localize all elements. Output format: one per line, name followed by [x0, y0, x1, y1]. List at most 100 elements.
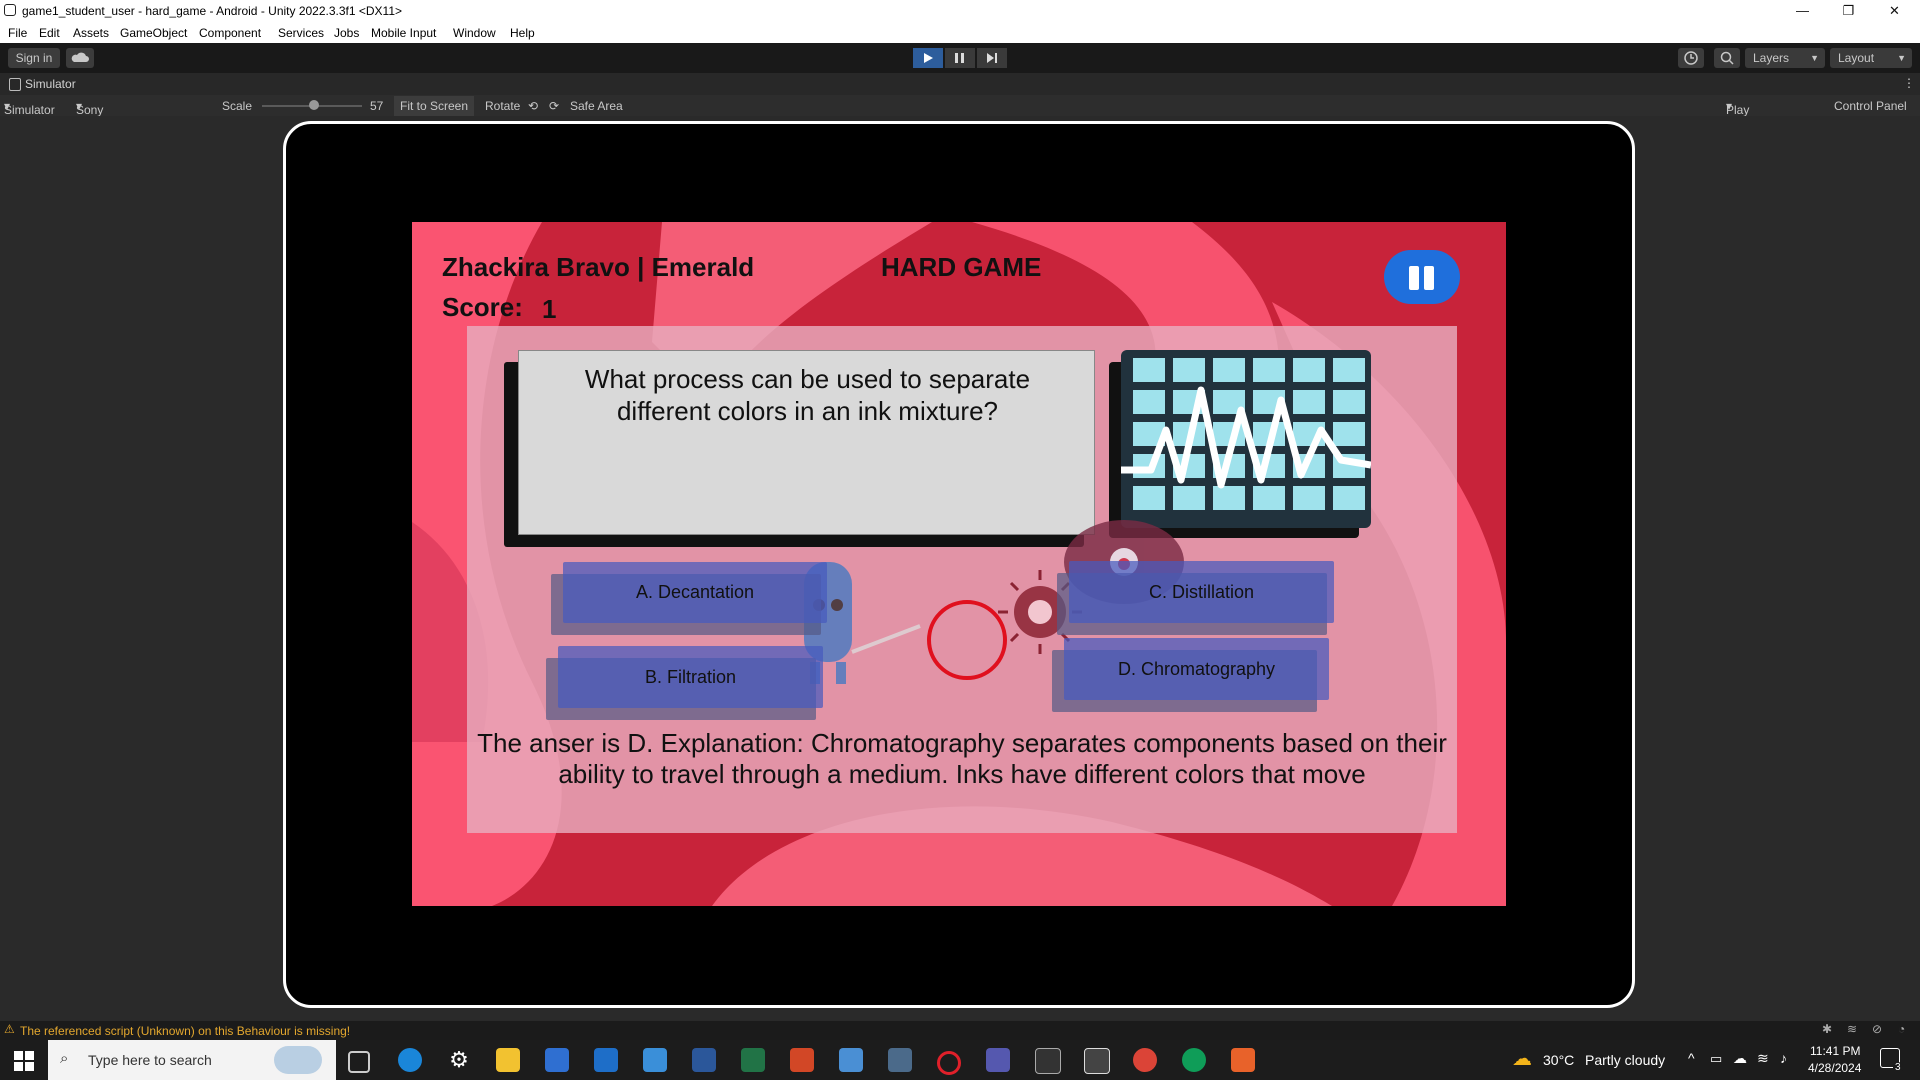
- play-button[interactable]: [913, 48, 943, 68]
- network-app-icon[interactable]: [839, 1048, 863, 1072]
- file-explorer-icon[interactable]: [496, 1048, 520, 1072]
- safe-area-toggle[interactable]: Safe Area: [570, 99, 623, 113]
- cloud-button[interactable]: [66, 48, 94, 68]
- store-icon[interactable]: [545, 1048, 569, 1072]
- menu-component[interactable]: Component: [199, 26, 261, 40]
- answer-a-button[interactable]: A. Decantation: [563, 562, 827, 623]
- layers-dropdown[interactable]: Layers ▼: [1745, 48, 1825, 68]
- task-view-icon[interactable]: [348, 1051, 370, 1073]
- pause-bar: [1409, 266, 1419, 290]
- debug-icon[interactable]: ✱: [1822, 1022, 1832, 1036]
- excel-icon[interactable]: [741, 1048, 765, 1072]
- unity-hub-icon[interactable]: [1035, 1048, 1061, 1074]
- step-button[interactable]: [977, 48, 1007, 68]
- calculator-icon[interactable]: [888, 1048, 912, 1072]
- minimize-button[interactable]: —: [1780, 0, 1825, 22]
- menu-jobs[interactable]: Jobs: [334, 26, 359, 40]
- simulator-tab-bar: Simulator ⋮: [0, 73, 1920, 95]
- sign-in-button[interactable]: Sign in: [8, 48, 60, 68]
- tray-chevron-up-icon[interactable]: ^: [1688, 1050, 1695, 1066]
- weather-desc: Partly cloudy: [1585, 1052, 1666, 1068]
- search-button[interactable]: [1714, 48, 1740, 68]
- xampp-icon[interactable]: [1231, 1048, 1255, 1072]
- fit-to-screen-button[interactable]: Fit to Screen: [394, 96, 475, 116]
- mail-icon[interactable]: [594, 1048, 618, 1072]
- answer-c-button[interactable]: C. Distillation: [1069, 561, 1334, 623]
- volume-icon[interactable]: ♪: [1780, 1050, 1787, 1066]
- console-message: The referenced script (Unknown) on this …: [20, 1024, 351, 1038]
- layers-label: Layers: [1753, 51, 1790, 65]
- scale-slider-thumb[interactable]: [309, 100, 319, 110]
- console-status-bar[interactable]: ⚠ The referenced script (Unknown) on thi…: [0, 1021, 1920, 1040]
- cloud-icon: [71, 52, 89, 62]
- play-mode-dropdown[interactable]: Play Maximized ▾: [1726, 99, 1783, 131]
- question-card: What process can be used to separate dif…: [518, 350, 1095, 535]
- window-title: game1_student_user - hard_game - Android…: [22, 4, 403, 18]
- restore-button[interactable]: ❐: [1826, 0, 1871, 22]
- outlook-icon[interactable]: [643, 1048, 667, 1072]
- warning-icon: ⚠: [4, 1022, 15, 1036]
- clock-time[interactable]: 11:41 PM: [1810, 1044, 1860, 1058]
- simulator-toolbar: Simulator ▾ Sony Xperia Z2 Tablet ▾ Scal…: [0, 95, 1920, 159]
- simulator-tab[interactable]: Simulator: [25, 77, 76, 91]
- menu-help[interactable]: Help: [510, 26, 535, 40]
- layers-stack-icon[interactable]: ≋: [1847, 1022, 1857, 1036]
- menu-bar: File Edit Assets GameObject Component Se…: [0, 22, 1920, 43]
- chrome-icon[interactable]: [1133, 1048, 1157, 1072]
- close-button[interactable]: ✕: [1872, 0, 1917, 22]
- wifi-icon[interactable]: ≋: [1757, 1050, 1769, 1067]
- game-screen[interactable]: Zhackira Bravo | Emerald HARD GAME Score…: [412, 222, 1506, 906]
- device-icon: [9, 78, 21, 91]
- simulator-mode-dropdown[interactable]: Simulator ▾: [4, 99, 55, 117]
- device-dropdown[interactable]: Sony Xperia Z2 Tablet ▾: [76, 99, 111, 159]
- rotate-label: Rotate: [485, 99, 521, 113]
- word-icon[interactable]: [692, 1048, 716, 1072]
- history-icon: [1684, 51, 1698, 65]
- menu-mobile-input[interactable]: Mobile Input: [371, 26, 436, 40]
- rotate-left-icon[interactable]: ⟲: [528, 99, 538, 113]
- game-mode-title: HARD GAME: [881, 252, 1042, 282]
- answer-d-button[interactable]: D. Chromatography: [1064, 638, 1329, 700]
- pause-button[interactable]: [1384, 250, 1460, 304]
- history-button[interactable]: [1678, 48, 1704, 68]
- pause-editor-button[interactable]: [945, 48, 975, 68]
- answer-b-button[interactable]: B. Filtration: [558, 646, 823, 708]
- menu-services[interactable]: Services: [278, 26, 324, 40]
- powerpoint-icon[interactable]: [790, 1048, 814, 1072]
- notification-count-badge: 3: [1893, 1062, 1903, 1073]
- answer-c-label: C. Distillation: [1148, 581, 1255, 602]
- chrome-profile-icon[interactable]: [1182, 1048, 1206, 1072]
- search-icon: [1720, 51, 1734, 65]
- onedrive-icon[interactable]: ☁: [1733, 1050, 1747, 1067]
- rotate-right-icon[interactable]: ⟳: [549, 99, 559, 113]
- chevron-down-icon: ▼: [1897, 53, 1906, 63]
- weather-temp: 30°C: [1543, 1052, 1575, 1068]
- simulator-mode-label: Simulator: [4, 103, 55, 117]
- opera-icon[interactable]: [937, 1051, 961, 1075]
- menu-gameobject[interactable]: GameObject: [120, 26, 187, 40]
- menu-assets[interactable]: Assets: [73, 26, 109, 40]
- pause-bar: [1424, 266, 1434, 290]
- menu-edit[interactable]: Edit: [39, 26, 60, 40]
- layout-dropdown[interactable]: Layout ▼: [1830, 48, 1912, 68]
- settings-gear-icon[interactable]: ⚙: [447, 1048, 471, 1072]
- scale-label: Scale: [222, 99, 253, 113]
- progress-icon[interactable]: ◔: [1898, 1022, 1905, 1036]
- window-title-bar: game1_student_user - hard_game - Android…: [0, 0, 1920, 22]
- taskbar-search-box[interactable]: ⌕ Type here to search: [48, 1040, 336, 1080]
- teams-icon[interactable]: [986, 1048, 1010, 1072]
- unity-editor-icon[interactable]: [1084, 1048, 1110, 1074]
- edge-icon[interactable]: [398, 1048, 422, 1072]
- mute-icon[interactable]: ⊘: [1872, 1022, 1882, 1036]
- clock-date[interactable]: 4/28/2024: [1808, 1061, 1861, 1075]
- layout-label: Layout: [1838, 51, 1875, 65]
- menu-window[interactable]: Window: [453, 26, 496, 40]
- start-button[interactable]: [14, 1051, 34, 1076]
- answer-a-label: A. Decantation: [635, 582, 755, 602]
- menu-file[interactable]: File: [8, 26, 27, 40]
- more-options-icon[interactable]: ⋮: [1903, 76, 1915, 90]
- battery-icon[interactable]: ▭: [1710, 1051, 1722, 1067]
- step-icon: [987, 53, 997, 63]
- control-panel-button[interactable]: Control Panel: [1834, 99, 1907, 113]
- explanation-text: The anser is D. Explanation: Chromatogra…: [477, 728, 1447, 789]
